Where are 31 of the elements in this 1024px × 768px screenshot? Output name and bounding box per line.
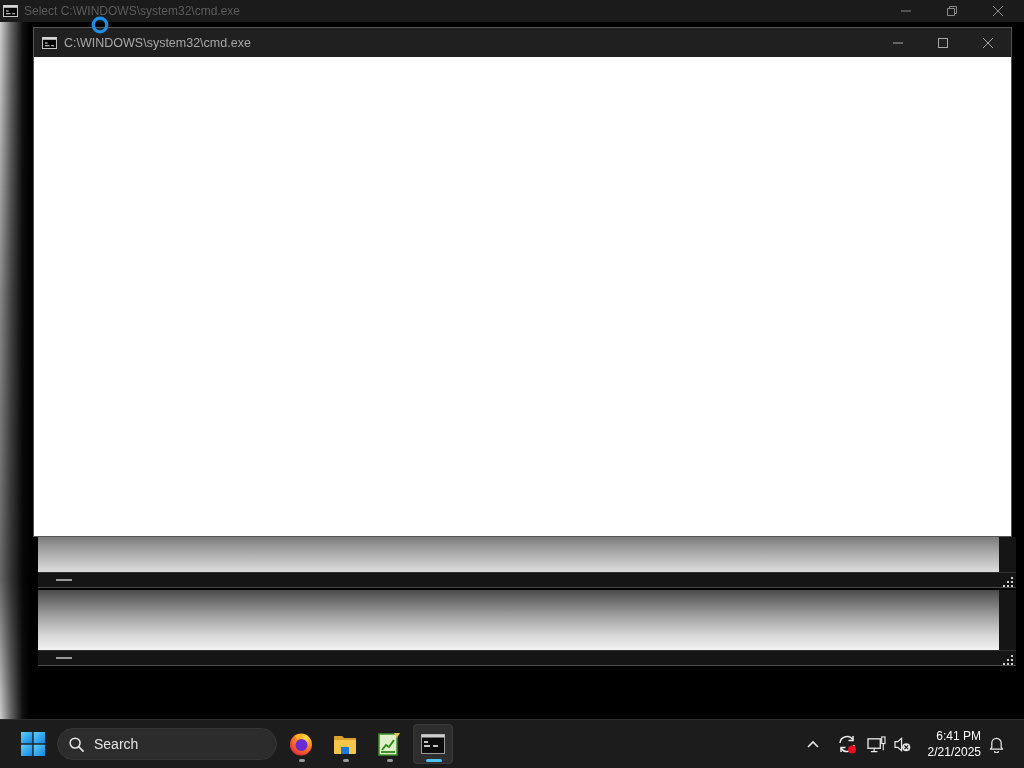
running-indicator [387,759,393,762]
maximize-icon[interactable] [937,37,948,48]
window-title: Select C:\WINDOWS\system32\cmd.exe [24,4,241,18]
clock-time[interactable]: 6:41 PM [936,728,981,744]
close-icon[interactable] [982,37,993,48]
busy-cursor-icon [91,16,109,34]
window-title: C:\WINDOWS\system32\cmd.exe [64,35,251,50]
notepad-icon [377,732,401,756]
sync-alert-icon[interactable] [837,734,857,754]
flame-globe-icon [289,732,313,756]
dash-icon [56,657,72,659]
resize-grip-icon[interactable] [1003,654,1013,665]
close-icon[interactable] [993,6,1003,16]
terminal-icon [421,732,445,756]
console-icon [42,36,57,49]
search-field[interactable]: Search [57,728,277,760]
taskbar-button[interactable] [413,724,453,764]
resize-grip-icon[interactable] [1003,576,1013,587]
clock-date[interactable]: 2/21/2025 [927,744,981,760]
restore-icon[interactable] [947,6,957,16]
running-indicator [299,759,305,762]
monitor-icon[interactable] [866,735,886,753]
start-icon[interactable] [21,732,45,756]
speaker-muted-icon[interactable] [893,736,911,752]
chevron-up-icon[interactable] [807,740,819,748]
bell-icon[interactable] [988,735,1004,753]
dash-icon [56,579,72,581]
console-icon [3,5,18,17]
running-indicator [426,759,442,762]
running-indicator [343,759,349,762]
search-icon [69,736,84,752]
